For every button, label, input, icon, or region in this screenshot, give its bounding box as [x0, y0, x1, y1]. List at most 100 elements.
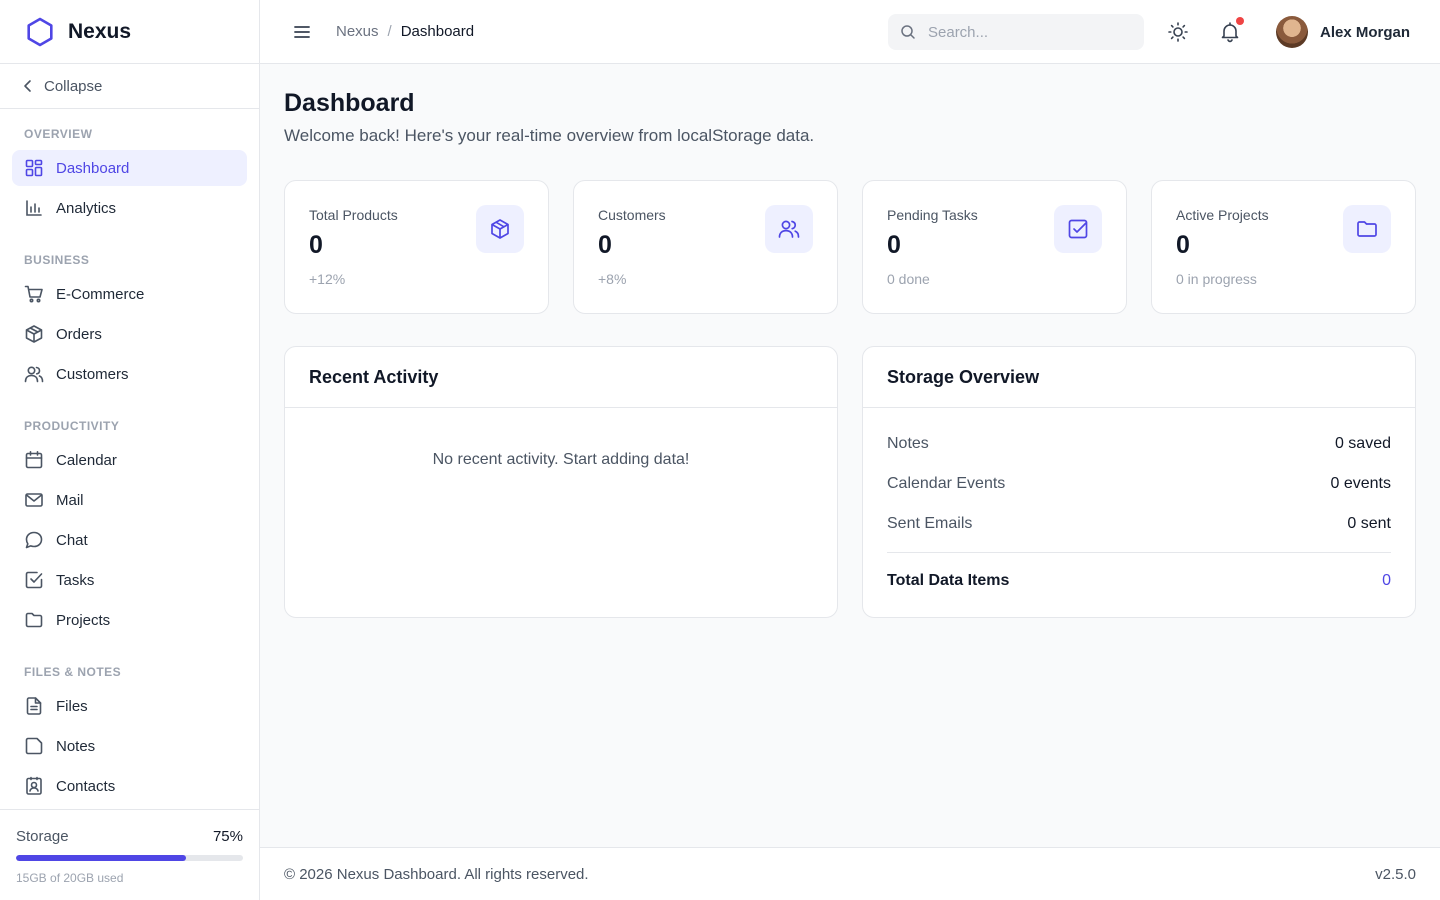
breadcrumb-separator: /	[387, 23, 392, 40]
stat-label: Total Products	[309, 207, 398, 223]
collapse-label: Collapse	[44, 77, 103, 95]
storage-row-sent-emails: Sent Emails 0 sent	[887, 515, 1391, 533]
box-icon	[491, 219, 509, 239]
folder-icon	[25, 612, 43, 628]
sidebar-item-label: Dashboard	[56, 159, 130, 177]
search-icon	[901, 25, 915, 39]
recent-activity-panel: Recent Activity No recent activity. Star…	[284, 346, 838, 618]
sticky-note-icon	[25, 737, 43, 755]
recent-activity-empty: No recent activity. Start adding data!	[432, 451, 690, 468]
total-value: 0	[1382, 572, 1391, 589]
footer: © 2026 Nexus Dashboard. All rights reser…	[260, 847, 1440, 900]
sidebar-item-files[interactable]: Files	[12, 688, 247, 724]
shopping-cart-icon	[24, 285, 43, 303]
section-title-files-notes: FILES & NOTES	[24, 665, 122, 679]
storage-row-calendar-events: Calendar Events 0 events	[887, 475, 1391, 493]
storage-row-value: 0 sent	[1347, 515, 1391, 532]
section-title-overview: OVERVIEW	[24, 127, 93, 141]
stat-label: Customers	[598, 207, 666, 223]
folder-icon	[1357, 221, 1377, 237]
sidebar-item-chat[interactable]: Chat	[12, 522, 247, 558]
stat-icon-wrap	[1054, 205, 1102, 253]
stat-label: Active Projects	[1176, 207, 1269, 223]
hexagon-logo-icon	[27, 17, 53, 46]
users-icon	[778, 220, 800, 238]
stat-note: +8%	[598, 271, 627, 287]
brand-name: Nexus	[68, 19, 132, 43]
sidebar-item-label: Orders	[56, 325, 102, 343]
chat-bubble-icon	[25, 531, 43, 549]
sidebar-item-contacts[interactable]: Contacts	[12, 768, 247, 804]
stat-card-customers[interactable]: Customers 0 +8%	[573, 180, 838, 314]
brand[interactable]: Nexus	[0, 0, 259, 64]
storage-overview-title: Storage Overview	[863, 347, 1415, 408]
mail-icon	[25, 493, 43, 507]
users-icon	[24, 366, 44, 383]
sidebar-item-label: Analytics	[56, 199, 117, 217]
stat-card-pending-tasks[interactable]: Pending Tasks 0 0 done	[862, 180, 1127, 314]
bar-chart-icon	[26, 200, 42, 216]
sidebar-item-mail[interactable]: Mail	[12, 482, 247, 518]
search-input[interactable]	[928, 23, 1128, 41]
sidebar-item-projects[interactable]: Projects	[12, 602, 247, 638]
sidebar-item-customers[interactable]: Customers	[12, 356, 247, 392]
storage-percent: 75%	[212, 828, 243, 845]
calendar-icon	[25, 451, 43, 469]
footer-version: v2.5.0	[1375, 865, 1416, 883]
storage-label: Storage	[16, 828, 69, 845]
notification-dot	[1236, 17, 1244, 25]
file-text-icon	[26, 697, 42, 715]
sidebar: Nexus Collapse OVERVIEW Dashboard Analyt…	[0, 0, 260, 900]
breadcrumb-root[interactable]: Nexus	[336, 23, 379, 40]
stat-card-active-projects[interactable]: Active Projects 0 0 in progress	[1151, 180, 1416, 314]
storage-row-label: Notes	[887, 435, 929, 452]
main-content: Dashboard Welcome back! Here's your real…	[260, 64, 1440, 847]
section-title-business: BUSINESS	[24, 253, 90, 267]
storage-row-value: 0 events	[1330, 475, 1391, 492]
page-subtitle: Welcome back! Here's your real-time over…	[284, 126, 815, 145]
sidebar-item-orders[interactable]: Orders	[12, 316, 247, 352]
check-square-icon	[1068, 219, 1088, 239]
stat-value: 0	[1176, 231, 1190, 259]
total-label: Total Data Items	[887, 572, 1010, 589]
stat-label: Pending Tasks	[887, 207, 978, 223]
divider	[887, 552, 1391, 553]
sidebar-item-label: Tasks	[56, 571, 95, 589]
sidebar-item-ecommerce[interactable]: E-Commerce	[12, 276, 247, 312]
sun-icon[interactable]	[1166, 20, 1190, 44]
sidebar-item-label: Files	[56, 697, 88, 715]
storage-widget: Storage 75% 15GB of 20GB used	[0, 809, 259, 900]
sidebar-item-label: Mail	[56, 491, 84, 509]
breadcrumb: Nexus / Dashboard	[336, 23, 474, 40]
search-box[interactable]	[888, 14, 1144, 50]
stat-note: 0 done	[887, 271, 930, 287]
breadcrumb-current: Dashboard	[400, 23, 475, 40]
collapse-button[interactable]: Collapse	[0, 64, 259, 109]
footer-copyright: © 2026 Nexus Dashboard. All rights reser…	[284, 865, 589, 883]
page-title: Dashboard	[284, 89, 415, 117]
sidebar-item-dashboard[interactable]: Dashboard	[12, 150, 247, 186]
user-name: Alex Morgan	[1320, 23, 1411, 41]
stat-card-total-products[interactable]: Total Products 0 +12%	[284, 180, 549, 314]
chevron-left-icon	[24, 80, 31, 92]
storage-progress-fill	[16, 855, 187, 861]
sidebar-item-label: Notes	[56, 737, 96, 755]
sidebar-item-analytics[interactable]: Analytics	[12, 190, 247, 226]
storage-row-value: 0 saved	[1334, 435, 1391, 452]
sidebar-item-calendar[interactable]: Calendar	[12, 442, 247, 478]
sidebar-item-label: Contacts	[56, 777, 116, 795]
stat-icon-wrap	[1343, 205, 1391, 253]
avatar	[1276, 16, 1308, 48]
recent-activity-title: Recent Activity	[285, 347, 837, 408]
user-menu[interactable]: Alex Morgan	[1276, 16, 1410, 48]
menu-icon[interactable]	[290, 20, 314, 44]
stat-icon-wrap	[765, 205, 813, 253]
sidebar-item-label: Projects	[56, 611, 111, 629]
sidebar-item-label: Calendar	[56, 451, 117, 469]
storage-row-label: Calendar Events	[887, 475, 1006, 492]
sidebar-item-notes[interactable]: Notes	[12, 728, 247, 764]
stat-value: 0	[309, 231, 323, 259]
stat-value: 0	[598, 231, 612, 259]
stat-value: 0	[887, 231, 901, 259]
sidebar-item-tasks[interactable]: Tasks	[12, 562, 247, 598]
